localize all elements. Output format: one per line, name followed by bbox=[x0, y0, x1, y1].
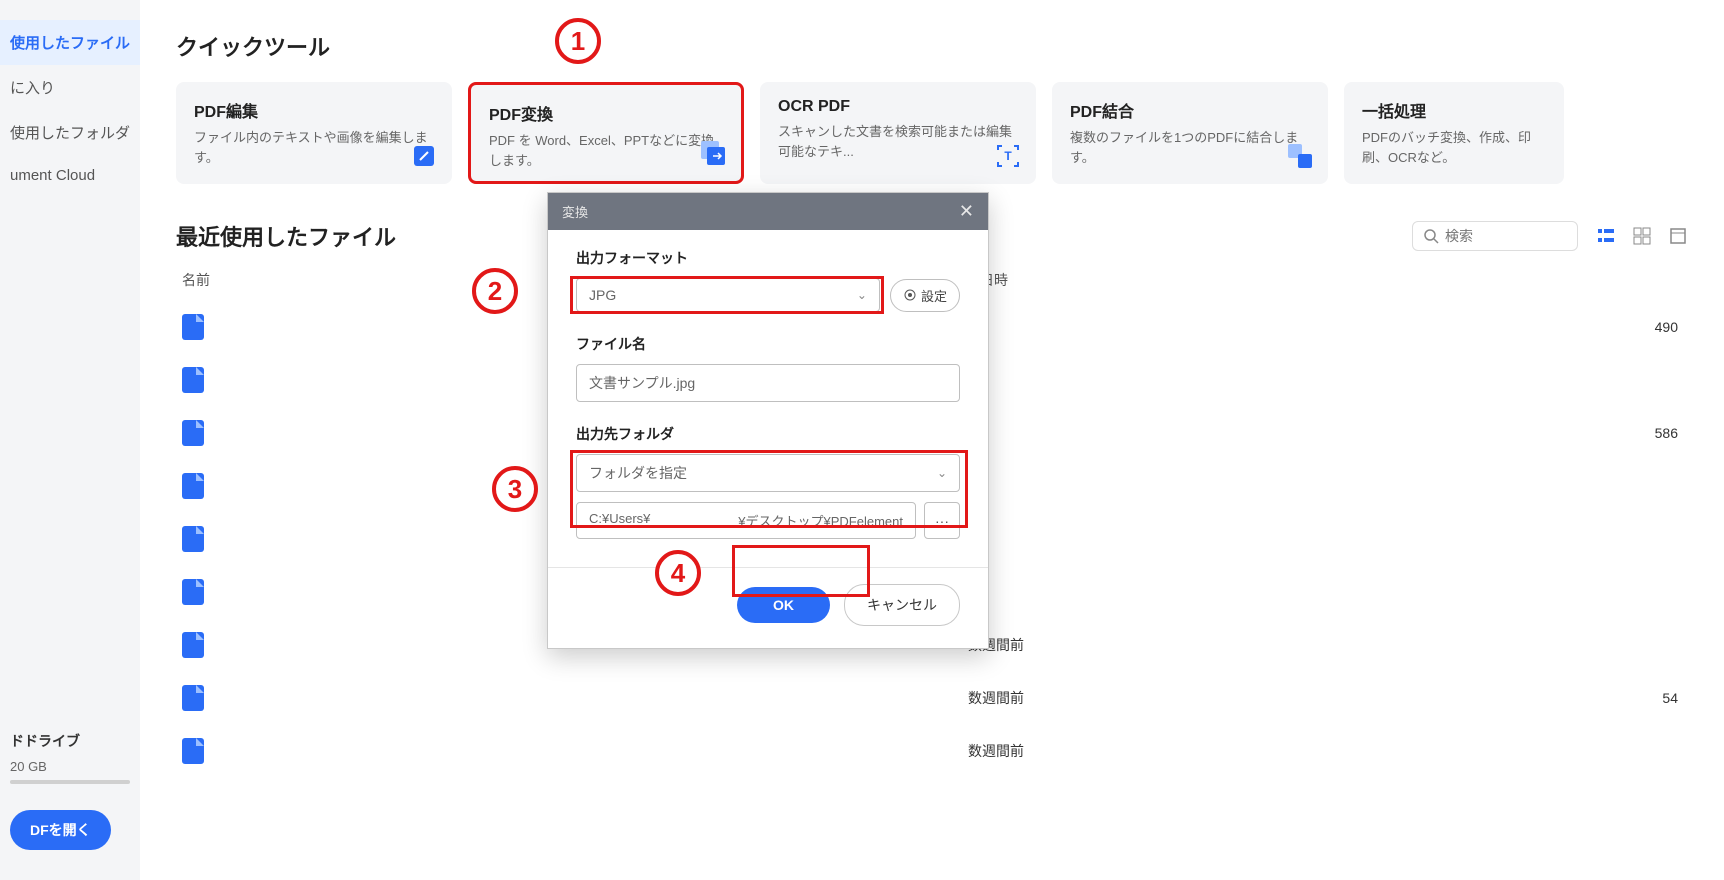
format-select[interactable]: JPG ⌄ bbox=[576, 278, 880, 312]
tool-title: 一括処理 bbox=[1362, 98, 1546, 122]
file-date: 数週間前 bbox=[968, 741, 1608, 761]
format-label: 出力フォーマット bbox=[576, 248, 960, 268]
convert-icon bbox=[699, 139, 727, 167]
file-date: 前 bbox=[968, 317, 1608, 337]
close-icon[interactable]: ✕ bbox=[959, 201, 974, 222]
file-date: 前 bbox=[968, 529, 1608, 549]
folder-select[interactable]: フォルダを指定 ⌄ bbox=[576, 454, 960, 492]
chevron-down-icon: ⌄ bbox=[857, 288, 867, 302]
file-size: 490 bbox=[1608, 319, 1688, 335]
gear-icon bbox=[903, 288, 917, 302]
pdf-file-icon bbox=[182, 473, 204, 499]
file-size: 54 bbox=[1608, 690, 1688, 706]
pdf-file-icon bbox=[182, 579, 204, 605]
path-left: C:¥Users¥ bbox=[589, 511, 650, 530]
tool-title: OCR PDF bbox=[778, 98, 1018, 116]
file-row[interactable]: 数週間前54 bbox=[176, 671, 1688, 724]
chevron-down-icon: ⌄ bbox=[937, 466, 947, 480]
pdf-file-icon bbox=[182, 420, 204, 446]
settings-label: 設定 bbox=[921, 286, 947, 305]
file-date: 前 bbox=[968, 582, 1608, 602]
pdf-file-icon bbox=[182, 738, 204, 764]
pdf-file-icon bbox=[182, 367, 204, 393]
cloud-quota-bar bbox=[10, 780, 130, 784]
tool-desc: スキャンした文書を検索可能または編集可能なテキ... bbox=[778, 122, 1018, 161]
tool-title: PDF編集 bbox=[194, 98, 434, 122]
ok-button[interactable]: OK bbox=[737, 587, 830, 623]
tool-batch[interactable]: 一括処理 PDFのバッチ変換、作成、印刷、OCRなど。 bbox=[1344, 82, 1564, 184]
grid-view-icon[interactable] bbox=[1632, 226, 1652, 246]
file-date: 数週間前 bbox=[968, 688, 1608, 708]
format-value: JPG bbox=[589, 287, 616, 303]
tool-desc: ファイル内のテキストや画像を編集します。 bbox=[194, 128, 434, 167]
tool-title: PDF結合 bbox=[1070, 98, 1310, 122]
list-view-icon[interactable] bbox=[1596, 226, 1616, 246]
search-icon bbox=[1423, 228, 1439, 244]
column-size[interactable] bbox=[1606, 270, 1688, 290]
expand-icon[interactable] bbox=[1668, 226, 1688, 246]
search-input[interactable] bbox=[1445, 228, 1567, 244]
sidebar: 使用したファイル に入り 使用したフォルダ ument Cloud ドドライブ … bbox=[0, 0, 140, 880]
dialog-title-text: 変換 bbox=[562, 202, 588, 221]
svg-text:T: T bbox=[1004, 149, 1012, 163]
settings-button[interactable]: 設定 bbox=[890, 279, 960, 312]
sidebar-item-recent-files[interactable]: 使用したファイル bbox=[0, 20, 140, 65]
pdf-file-icon bbox=[182, 314, 204, 340]
sidebar-item-document-cloud[interactable]: ument Cloud bbox=[0, 155, 140, 196]
ocr-icon: T bbox=[994, 142, 1022, 170]
file-row[interactable]: 数週間前 bbox=[176, 724, 1688, 777]
recent-files-title: 最近使用したファイル bbox=[176, 220, 396, 252]
cloud-drive-title: ドドライブ bbox=[10, 731, 130, 751]
file-date: 数週間前 bbox=[968, 635, 1608, 655]
filename-input[interactable]: 文書サンプル.jpg bbox=[576, 364, 960, 402]
pdf-file-icon bbox=[182, 685, 204, 711]
cloud-quota: 20 GB bbox=[10, 759, 130, 774]
tool-pdf-edit[interactable]: PDF編集 ファイル内のテキストや画像を編集します。 bbox=[176, 82, 452, 184]
quick-tools-title: クイックツール bbox=[176, 30, 1688, 62]
path-right: ¥デスクトップ¥PDFelement bbox=[738, 511, 903, 530]
pdf-file-icon bbox=[182, 526, 204, 552]
browse-button[interactable]: ··· bbox=[924, 502, 960, 539]
dialog-titlebar[interactable]: 変換 ✕ bbox=[548, 193, 988, 230]
quick-tools-row: PDF編集 ファイル内のテキストや画像を編集します。 PDF変換 PDF を W… bbox=[176, 82, 1688, 184]
search-box[interactable] bbox=[1412, 221, 1578, 251]
folder-label: 出力先フォルダ bbox=[576, 424, 960, 444]
column-date[interactable]: 新日時 bbox=[966, 270, 1606, 290]
merge-icon bbox=[1286, 142, 1314, 170]
file-date: 前 bbox=[968, 476, 1608, 496]
edit-icon bbox=[410, 142, 438, 170]
tool-title: PDF変換 bbox=[489, 101, 723, 125]
pdf-file-icon bbox=[182, 632, 204, 658]
open-pdf-button[interactable]: DFを開く bbox=[10, 810, 111, 850]
tool-desc: 複数のファイルを1つのPDFに結合します。 bbox=[1070, 128, 1310, 167]
file-date: 前 bbox=[968, 370, 1608, 390]
file-size: 586 bbox=[1608, 425, 1688, 441]
tool-desc: PDF を Word、Excel、PPTなどに変換します。 bbox=[489, 131, 723, 170]
folder-select-value: フォルダを指定 bbox=[589, 463, 687, 483]
convert-dialog: 変換 ✕ 出力フォーマット JPG ⌄ 設定 ファイル名 文書サンプル.jpg … bbox=[547, 192, 989, 649]
file-date: 前 bbox=[968, 423, 1608, 443]
tool-pdf-convert[interactable]: PDF変換 PDF を Word、Excel、PPTなどに変換します。 bbox=[468, 82, 744, 184]
path-input[interactable]: C:¥Users¥ ¥デスクトップ¥PDFelement bbox=[576, 502, 916, 539]
filename-value: 文書サンプル.jpg bbox=[589, 373, 695, 393]
filename-label: ファイル名 bbox=[576, 334, 960, 354]
sidebar-item-favorites[interactable]: に入り bbox=[0, 65, 140, 110]
tool-pdf-merge[interactable]: PDF結合 複数のファイルを1つのPDFに結合します。 bbox=[1052, 82, 1328, 184]
tool-desc: PDFのバッチ変換、作成、印刷、OCRなど。 bbox=[1362, 128, 1546, 167]
tool-ocr-pdf[interactable]: OCR PDF スキャンした文書を検索可能または編集可能なテキ... T bbox=[760, 82, 1036, 184]
sidebar-item-recent-folders[interactable]: 使用したフォルダ bbox=[0, 110, 140, 155]
cancel-button[interactable]: キャンセル bbox=[844, 584, 960, 626]
